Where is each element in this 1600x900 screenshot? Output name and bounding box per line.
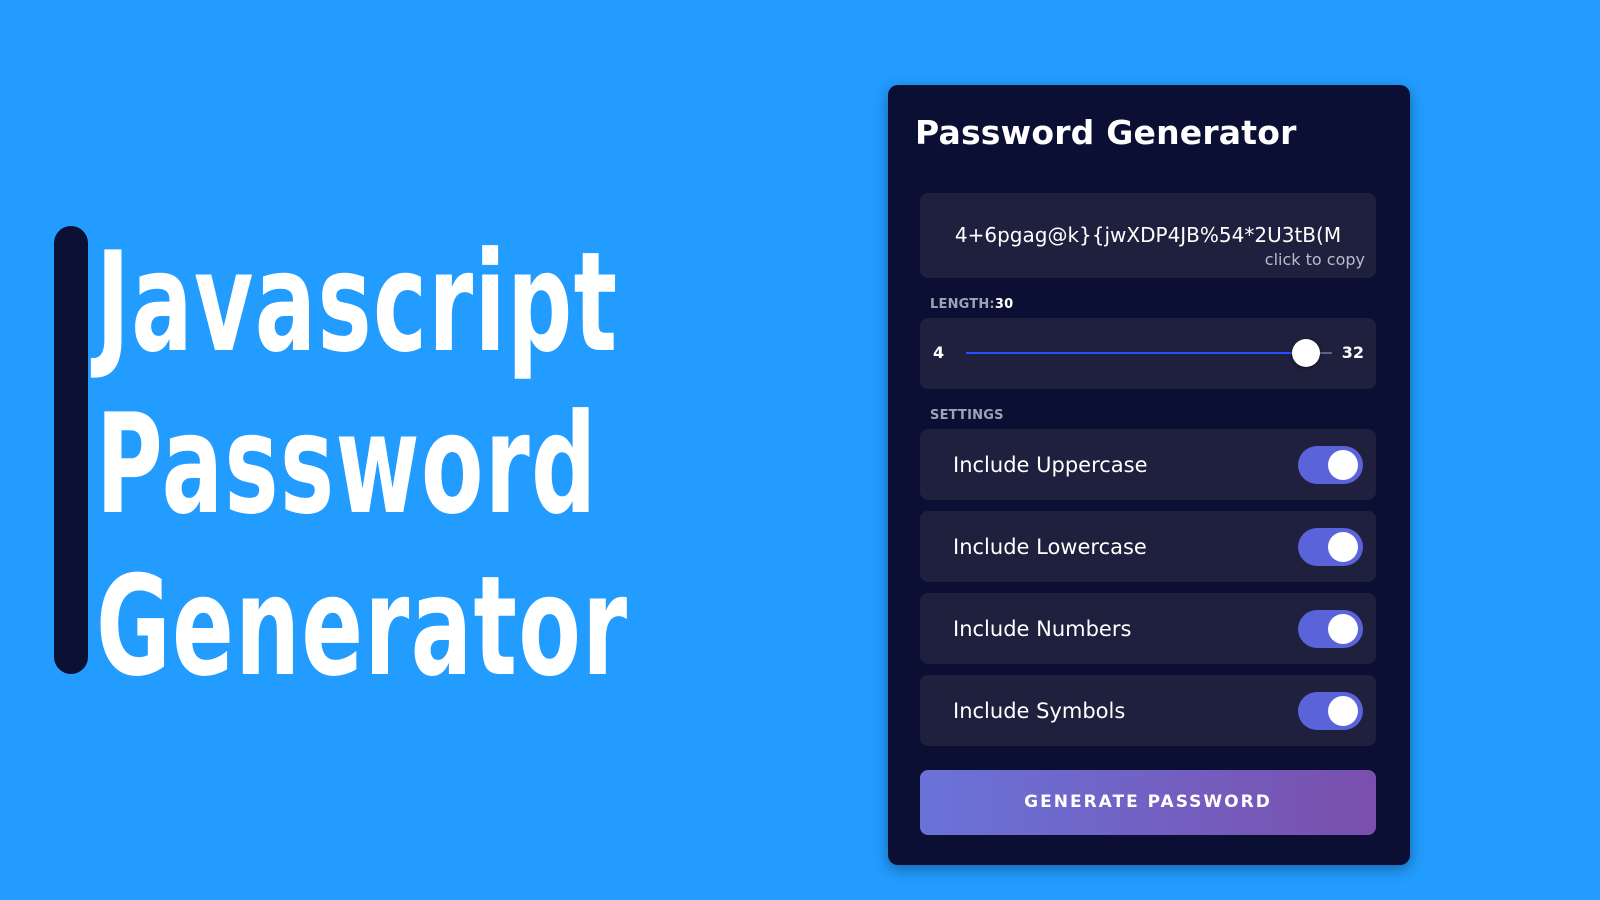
length-value: 30 <box>994 297 1014 312</box>
generate-password-button[interactable]: GENERATE PASSWORD <box>920 770 1376 835</box>
setting-uppercase: Include Uppercase <box>920 429 1376 500</box>
symbols-toggle[interactable] <box>1298 692 1363 730</box>
toggle-knob <box>1328 696 1358 726</box>
length-label: LENGTH:30 <box>930 297 1013 313</box>
toggle-knob <box>1328 532 1358 562</box>
length-max: 32 <box>1341 343 1364 362</box>
headline: Javascript Password Generator <box>96 222 628 708</box>
toggle-knob <box>1328 450 1358 480</box>
length-slider-thumb[interactable] <box>1291 339 1320 367</box>
length-min: 4 <box>933 343 945 362</box>
card-title: Password Generator <box>915 113 1297 152</box>
uppercase-toggle[interactable] <box>1298 446 1363 484</box>
numbers-toggle[interactable] <box>1298 610 1363 648</box>
length-label-text: LENGTH: <box>930 297 995 312</box>
password-generator-card: Password Generator 4+6pgag@k}{jwXDP4JB%5… <box>888 85 1410 865</box>
length-slider-fill <box>966 352 1306 354</box>
length-slider[interactable] <box>966 339 1332 367</box>
setting-numbers-label: Include Numbers <box>953 617 1132 641</box>
setting-lowercase: Include Lowercase <box>920 511 1376 582</box>
settings-label: SETTINGS <box>930 408 1004 423</box>
password-result[interactable]: 4+6pgag@k}{jwXDP4JB%54*2U3tB(M click to … <box>920 193 1376 278</box>
headline-line-2: Password <box>96 384 598 545</box>
length-slider-panel: 4 32 <box>920 318 1376 389</box>
accent-bar <box>54 226 88 674</box>
setting-lowercase-label: Include Lowercase <box>953 535 1147 559</box>
lowercase-toggle[interactable] <box>1298 528 1363 566</box>
copy-hint[interactable]: click to copy <box>1265 250 1365 270</box>
password-output[interactable]: 4+6pgag@k}{jwXDP4JB%54*2U3tB(M <box>920 221 1376 249</box>
toggle-knob <box>1328 614 1358 644</box>
headline-line-1: Javascript <box>96 222 619 383</box>
setting-symbols: Include Symbols <box>920 675 1376 746</box>
setting-uppercase-label: Include Uppercase <box>953 453 1148 477</box>
headline-line-3: Generator <box>96 546 629 707</box>
setting-numbers: Include Numbers <box>920 593 1376 664</box>
setting-symbols-label: Include Symbols <box>953 699 1126 723</box>
